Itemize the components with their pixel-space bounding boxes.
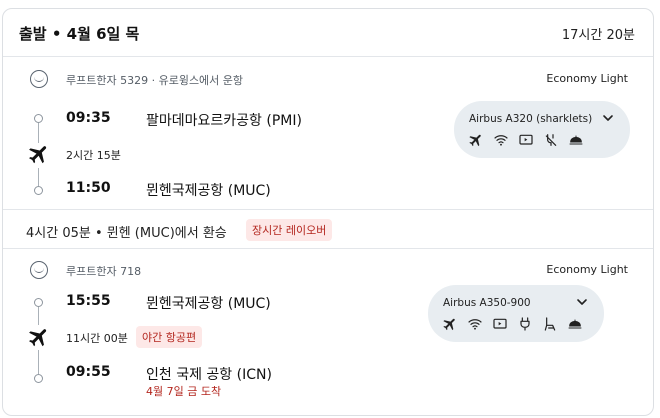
flight-segment-2: 루프트한자 718 Economy Light 15:55 뮌헨국제공항 (MU… xyxy=(3,249,653,415)
arrival-date-note: 4월 7일 금 도착 xyxy=(146,385,222,398)
seat-icon xyxy=(544,317,556,331)
power-icon xyxy=(520,317,530,331)
plane-icon xyxy=(443,318,455,331)
wifi-icon xyxy=(494,135,508,146)
amenities-row xyxy=(442,316,583,332)
arrival-time: 11:50 xyxy=(66,180,111,196)
aircraft-details-toggle[interactable]: Airbus A320 (sharklets) xyxy=(454,101,630,158)
plane-icon xyxy=(29,146,47,164)
timeline-line xyxy=(38,307,39,325)
overnight-flight-badge: 야간 항공편 xyxy=(136,326,203,348)
airline-info: 루프트한자 718 xyxy=(66,265,142,278)
cabin-class: Economy Light xyxy=(546,72,628,85)
plane-icon xyxy=(29,329,47,347)
meal-icon xyxy=(568,319,582,329)
entertainment-icon xyxy=(519,134,533,145)
departure-dot xyxy=(34,114,43,123)
flight-duration: 2시간 15분 xyxy=(66,149,121,162)
departure-airport: 팔마데마요르카공항 (PMI) xyxy=(146,113,302,129)
itinerary-card: 출발 • 4월 6일 목 17시간 20분 루프트한자 5329 · 유로윙스에… xyxy=(2,8,654,416)
chevron-down-icon xyxy=(577,299,587,305)
arrival-time: 09:55 xyxy=(66,364,111,380)
cabin-class: Economy Light xyxy=(546,263,628,276)
aircraft-details-toggle[interactable]: Airbus A350-900 xyxy=(428,285,604,342)
entertainment-icon xyxy=(493,318,507,329)
long-layover-badge: 장시간 레이오버 xyxy=(246,219,333,241)
timeline-line xyxy=(38,168,39,186)
flight-duration: 11시간 00분 xyxy=(66,332,128,345)
arrival-airport: 뮌헨국제공항 (MUC) xyxy=(146,183,271,199)
itinerary-header: 출발 • 4월 6일 목 17시간 20분 xyxy=(3,9,653,57)
arrival-dot xyxy=(34,374,43,383)
arrival-dot xyxy=(34,186,43,195)
aircraft-name: Airbus A320 (sharklets) xyxy=(469,113,593,125)
flight-segment-1: 루프트한자 5329 · 유로윙스에서 운항 Economy Light 09:… xyxy=(3,58,653,208)
total-duration: 17시간 20분 xyxy=(561,28,635,43)
aircraft-name: Airbus A350-900 xyxy=(443,297,531,309)
airline-info: 루프트한자 5329 · 유로윙스에서 운항 xyxy=(66,74,244,87)
chevron-down-icon xyxy=(603,115,613,121)
departure-time: 15:55 xyxy=(66,293,111,309)
plane-icon xyxy=(469,134,481,147)
lufthansa-logo-icon xyxy=(30,70,48,88)
departure-airport: 뮌헨국제공항 (MUC) xyxy=(146,296,271,312)
timeline-line xyxy=(38,350,39,374)
departure-dot xyxy=(34,298,43,307)
arrival-airport: 인천 국제 공항 (ICN) xyxy=(146,367,272,383)
departure-time: 09:35 xyxy=(66,110,111,126)
timeline-line xyxy=(38,123,39,143)
amenities-row xyxy=(468,132,584,148)
layover-info: 4시간 05분 • 뮌헨 (MUC)에서 환승 장시간 레이오버 xyxy=(3,209,653,249)
no-power-icon xyxy=(545,134,557,146)
wifi-icon xyxy=(468,319,482,330)
lufthansa-logo-icon xyxy=(30,261,48,279)
layover-text: 4시간 05분 • 뮌헨 (MUC)에서 환승 xyxy=(26,226,227,241)
departure-title: 출발 • 4월 6일 목 xyxy=(19,25,140,43)
meal-icon xyxy=(569,135,583,145)
